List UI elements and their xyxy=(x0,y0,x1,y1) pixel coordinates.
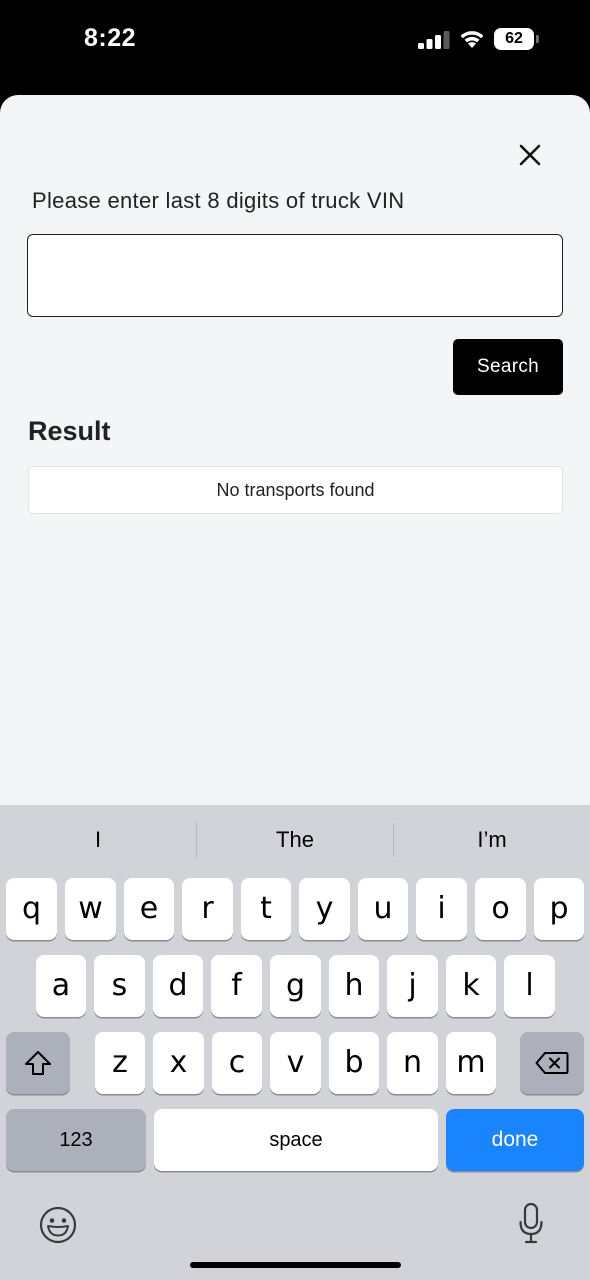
key-p[interactable]: p xyxy=(534,878,584,940)
suggestion-1[interactable]: I xyxy=(0,805,196,875)
on-screen-keyboard: I The I’m q w e r t y u i o p a s d f g … xyxy=(0,805,590,1280)
key-a[interactable]: a xyxy=(36,955,86,1017)
vin-input[interactable] xyxy=(27,234,563,317)
battery-icon: 62 xyxy=(494,28,540,50)
key-n[interactable]: n xyxy=(387,1032,438,1094)
key-g[interactable]: g xyxy=(270,955,321,1017)
result-heading: Result xyxy=(28,416,111,446)
suggestion-2[interactable]: The xyxy=(197,805,393,875)
key-w[interactable]: w xyxy=(65,878,116,940)
key-z[interactable]: z xyxy=(95,1032,145,1094)
result-message: No transports found xyxy=(28,466,563,514)
search-button[interactable]: Search xyxy=(453,339,563,395)
key-s[interactable]: s xyxy=(94,955,145,1017)
suggestion-3[interactable]: I’m xyxy=(394,805,590,875)
shift-icon xyxy=(25,1051,51,1075)
key-m[interactable]: m xyxy=(446,1032,496,1094)
done-key[interactable]: done xyxy=(446,1109,584,1171)
status-time: 8:22 xyxy=(84,24,137,52)
key-q[interactable]: q xyxy=(6,878,57,940)
backspace-icon xyxy=(535,1052,569,1074)
numbers-key[interactable]: 123 xyxy=(6,1109,146,1171)
key-l[interactable]: l xyxy=(504,955,555,1017)
key-k[interactable]: k xyxy=(446,955,496,1017)
key-y[interactable]: y xyxy=(299,878,350,940)
key-t[interactable]: t xyxy=(241,878,291,940)
vin-prompt-label: Please enter last 8 digits of truck VIN xyxy=(32,188,405,213)
key-c[interactable]: c xyxy=(212,1032,262,1094)
battery-nub xyxy=(536,35,539,43)
key-o[interactable]: o xyxy=(475,878,526,940)
key-i[interactable]: i xyxy=(416,878,467,940)
battery-level: 62 xyxy=(494,28,534,50)
close-icon[interactable] xyxy=(512,137,548,173)
key-e[interactable]: e xyxy=(124,878,174,940)
predictive-bar: I The I’m xyxy=(0,805,590,875)
cellular-signal-icon xyxy=(418,31,450,49)
key-v[interactable]: v xyxy=(270,1032,321,1094)
key-j[interactable]: j xyxy=(387,955,438,1017)
key-u[interactable]: u xyxy=(358,878,408,940)
key-b[interactable]: b xyxy=(329,1032,379,1094)
key-r[interactable]: r xyxy=(182,878,233,940)
shift-key[interactable] xyxy=(6,1032,70,1094)
key-x[interactable]: x xyxy=(153,1032,204,1094)
key-f[interactable]: f xyxy=(211,955,262,1017)
home-indicator xyxy=(190,1262,401,1268)
emoji-icon[interactable] xyxy=(38,1205,78,1245)
space-key[interactable]: space xyxy=(154,1109,438,1171)
backspace-key[interactable] xyxy=(520,1032,584,1094)
key-d[interactable]: d xyxy=(153,955,203,1017)
key-h[interactable]: h xyxy=(329,955,379,1017)
wifi-icon xyxy=(460,31,484,48)
microphone-icon[interactable] xyxy=(518,1202,544,1244)
status-bar: 8:22 62 xyxy=(0,0,590,95)
